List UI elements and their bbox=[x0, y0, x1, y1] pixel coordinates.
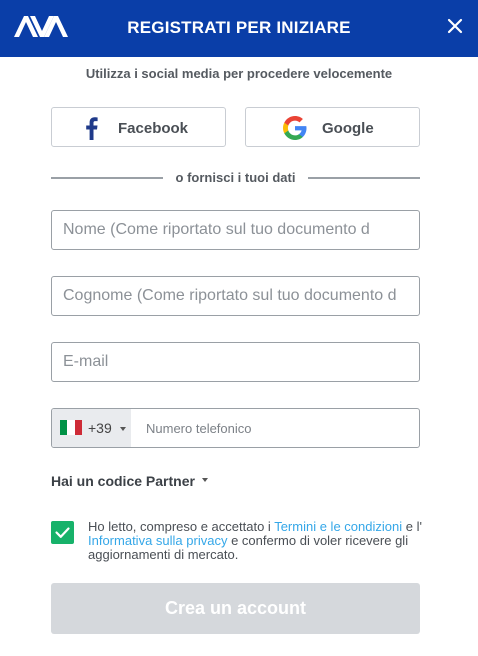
email-field-wrapper bbox=[51, 342, 420, 382]
partner-code-toggle[interactable]: Hai un codice Partner bbox=[51, 473, 208, 489]
country-code: +39 bbox=[88, 420, 112, 436]
page-title: REGISTRATI PER INIZIARE bbox=[127, 18, 351, 37]
terms-text-1: Ho letto, compreso e accettato i bbox=[88, 519, 275, 534]
name-input[interactable] bbox=[52, 211, 419, 249]
italy-flag-icon bbox=[60, 420, 82, 435]
chevron-down-icon bbox=[201, 478, 208, 483]
terms-text: Ho letto, compreso e accettato i Termini… bbox=[88, 520, 423, 562]
divider-line-right bbox=[308, 177, 420, 179]
header-bar: REGISTRATI PER INIZIARE bbox=[0, 0, 478, 57]
divider-text: o fornisci i tuoi dati bbox=[175, 170, 296, 185]
facebook-button[interactable]: Facebook bbox=[51, 107, 226, 147]
name-field-wrapper bbox=[51, 210, 420, 250]
close-icon[interactable] bbox=[446, 17, 464, 35]
terms-conditions-link[interactable]: Termini e le condizioni bbox=[274, 519, 402, 534]
google-icon bbox=[283, 116, 307, 140]
facebook-label: Facebook bbox=[118, 120, 189, 137]
checkmark-icon bbox=[55, 527, 70, 538]
google-button[interactable]: Google bbox=[245, 107, 420, 147]
chevron-down-icon bbox=[120, 427, 126, 431]
partner-code-label: Hai un codice Partner bbox=[51, 473, 195, 489]
country-code-selector[interactable]: +39 bbox=[52, 409, 131, 447]
social-intro-text: Utilizza i social media per procedere ve… bbox=[85, 66, 393, 81]
surname-input[interactable] bbox=[52, 277, 419, 315]
privacy-policy-link[interactable]: Informativa sulla privacy bbox=[88, 533, 227, 548]
surname-field-wrapper bbox=[51, 276, 420, 316]
create-account-button[interactable]: Crea un account bbox=[51, 583, 420, 634]
divider-line-left bbox=[51, 177, 163, 179]
email-input[interactable] bbox=[52, 343, 419, 381]
phone-input[interactable] bbox=[131, 409, 419, 447]
google-label: Google bbox=[322, 120, 374, 137]
terms-text-2: e l' bbox=[402, 519, 422, 534]
facebook-icon bbox=[86, 117, 98, 140]
terms-checkbox[interactable] bbox=[51, 521, 74, 544]
phone-field: +39 bbox=[51, 408, 420, 448]
